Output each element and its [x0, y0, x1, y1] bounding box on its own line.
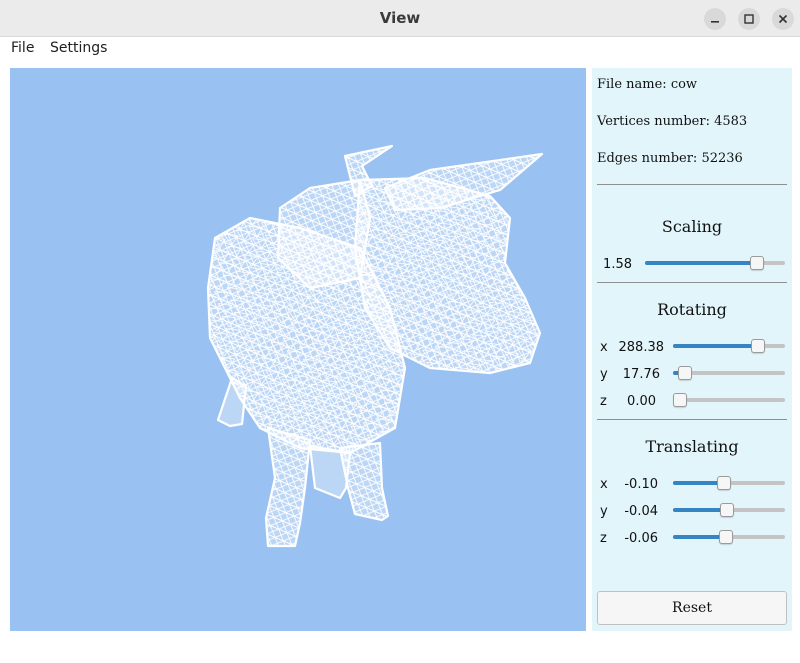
translate-y-slider-handle[interactable]	[720, 503, 735, 517]
window-title: View	[379, 9, 421, 27]
rotate-y-label: y	[600, 367, 608, 382]
vertices-count-label: Vertices number: 4583	[597, 114, 748, 129]
translate-z-slider[interactable]	[673, 530, 785, 544]
translate-z-slider-handle[interactable]	[719, 530, 734, 544]
rotate-x-label: x	[600, 340, 608, 355]
scaling-slider-handle[interactable]	[749, 256, 764, 270]
maximize-icon	[744, 14, 754, 24]
translate-x-value: -0.10	[624, 477, 658, 492]
scaling-value: 1.58	[603, 257, 632, 272]
menu-bar: File Settings	[0, 37, 800, 61]
translate-z-label: z	[600, 531, 607, 546]
reset-button[interactable]: Reset	[597, 591, 787, 625]
translate-x-slider-handle[interactable]	[717, 476, 732, 490]
rotate-x-slider-handle[interactable]	[751, 339, 766, 353]
rotate-z-value: 0.00	[627, 394, 656, 409]
rotate-x-value: 288.38	[618, 340, 665, 355]
close-icon	[778, 14, 788, 24]
minimize-icon	[711, 21, 719, 23]
translate-x-label: x	[600, 477, 608, 492]
close-button[interactable]	[772, 8, 794, 30]
rotate-z-label: z	[600, 394, 607, 409]
minimize-button[interactable]	[704, 8, 726, 30]
translate-x-slider[interactable]	[673, 476, 785, 490]
control-panel: File name: cow Vertices number: 4583 Edg…	[592, 68, 792, 631]
translate-y-value: -0.04	[624, 504, 658, 519]
3d-viewport[interactable]	[10, 68, 586, 631]
rotate-x-slider[interactable]	[673, 339, 785, 353]
edges-count-label: Edges number: 52236	[597, 151, 743, 166]
divider	[597, 184, 787, 185]
menu-file[interactable]: File	[11, 40, 34, 56]
divider	[597, 419, 787, 420]
rotating-title: Rotating	[657, 300, 727, 319]
translating-title: Translating	[645, 437, 739, 456]
menu-settings[interactable]: Settings	[50, 40, 107, 56]
maximize-button[interactable]	[738, 8, 760, 30]
scaling-slider[interactable]	[645, 256, 785, 270]
scaling-title: Scaling	[661, 217, 723, 236]
rotate-y-slider-handle[interactable]	[677, 366, 692, 380]
translate-y-slider[interactable]	[673, 503, 785, 517]
rotate-z-slider[interactable]	[673, 393, 785, 407]
rotate-z-slider-handle[interactable]	[673, 393, 687, 407]
file-name-label: File name: cow	[597, 77, 698, 92]
cow-wireframe-model	[206, 144, 544, 548]
translate-z-value: -0.06	[624, 531, 658, 546]
rotate-y-value: 17.76	[622, 367, 660, 382]
rotate-y-slider[interactable]	[673, 366, 785, 380]
divider	[597, 282, 787, 283]
translate-y-label: y	[600, 504, 608, 519]
title-bar: View	[0, 0, 800, 37]
